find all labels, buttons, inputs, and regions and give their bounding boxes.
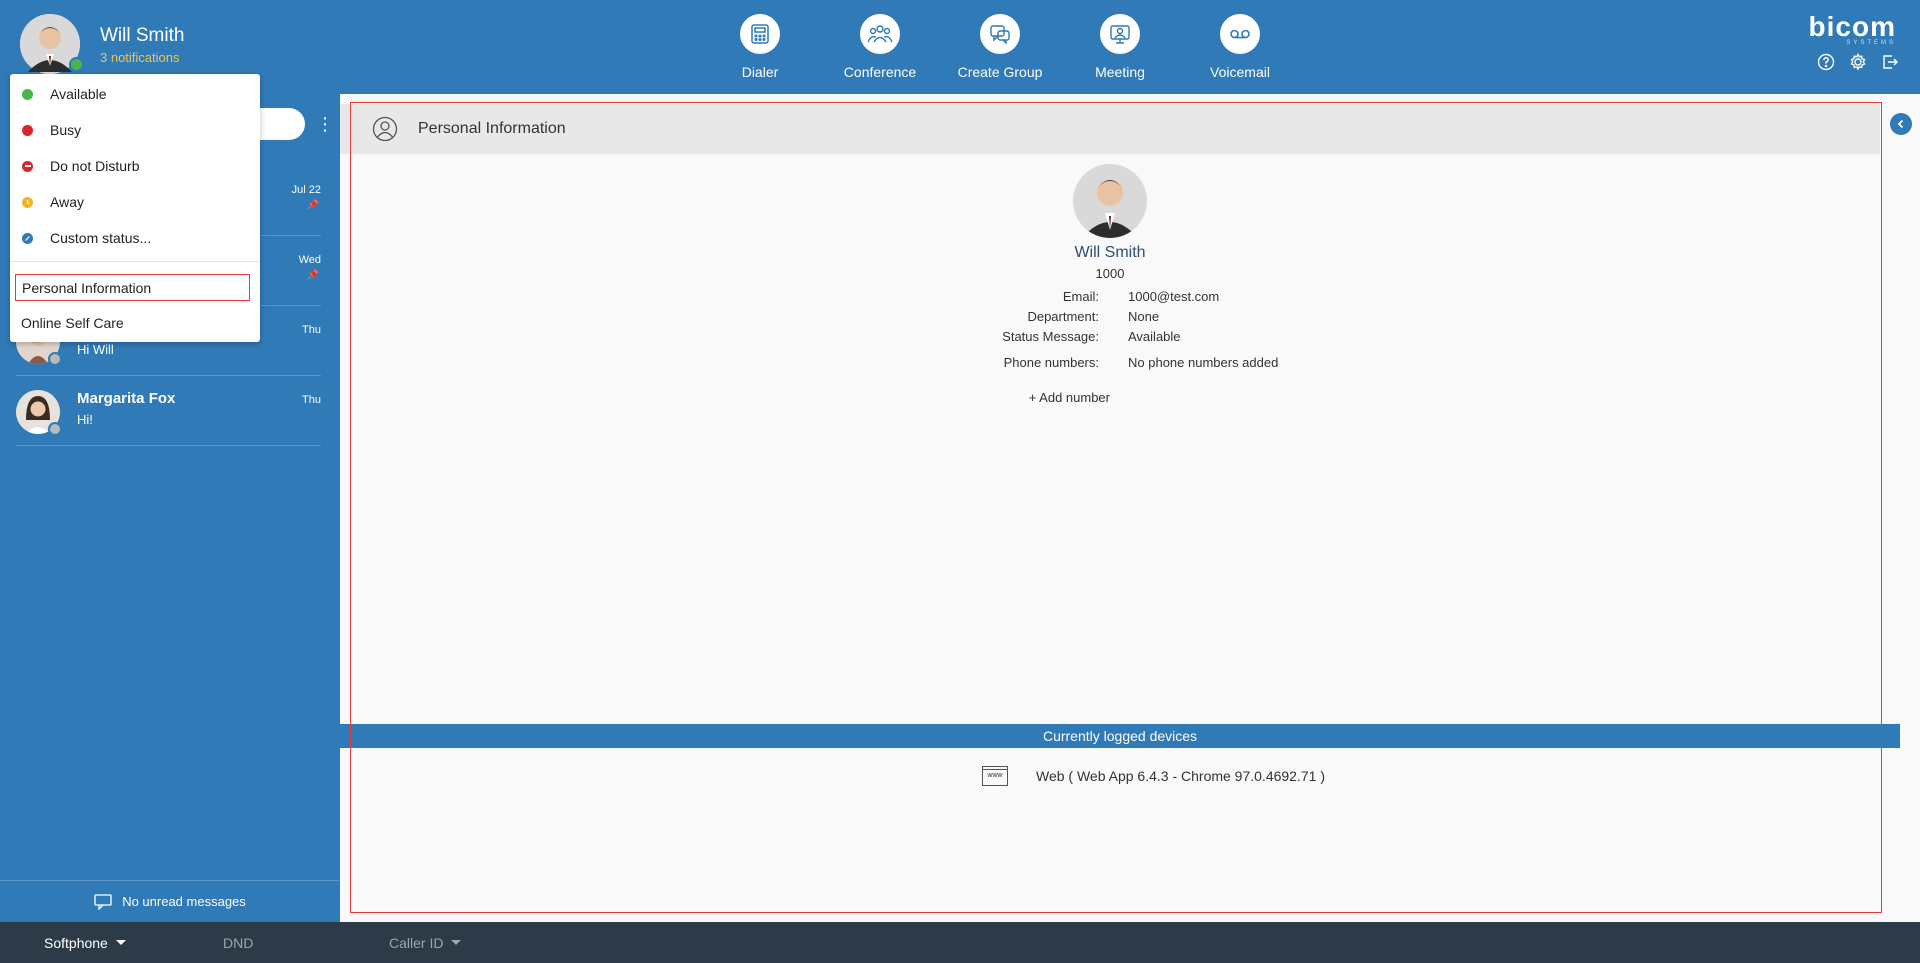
profile-card: Will Smith 1000 — [340, 164, 1880, 281]
top-actions — [1816, 52, 1900, 72]
conversation-date: Thu — [302, 394, 321, 406]
nav-meeting[interactable]: Meeting — [1060, 14, 1180, 80]
help-icon[interactable] — [1816, 52, 1836, 72]
status-option-away[interactable]: Away — [10, 184, 260, 220]
status-option-label: Custom status... — [50, 230, 152, 246]
busy-status-icon — [22, 124, 33, 136]
pin-icon: 📌 — [306, 270, 319, 281]
settings-icon[interactable] — [1848, 52, 1868, 72]
meeting-icon — [1100, 14, 1140, 54]
nav-voicemail-label: Voicemail — [1210, 64, 1270, 80]
logout-icon[interactable] — [1880, 52, 1900, 72]
status-dropdown: Available Busy Do not Disturb Away Custo… — [10, 74, 260, 342]
conversation-name: Margarita Fox — [77, 390, 176, 407]
conversation-message: Hi! — [77, 412, 93, 427]
conversation-item[interactable]: Margarita Fox Hi! Thu — [16, 376, 321, 446]
available-status-icon — [22, 88, 33, 100]
collapse-panel-button[interactable] — [1890, 113, 1912, 135]
status-option-custom[interactable]: Custom status... — [10, 220, 260, 256]
online-status-dot — [69, 57, 84, 72]
status-message-label: Status Message: — [1002, 329, 1099, 344]
status-option-label: Busy — [50, 122, 82, 138]
email-label: Email: — [1062, 289, 1099, 304]
panel-header: Personal Information — [340, 104, 1880, 154]
caller-id-label: Caller ID — [389, 934, 444, 951]
softphone-label: Softphone — [44, 934, 108, 951]
panel-right-edge — [1900, 94, 1920, 922]
main-nav: Dialer Conference Create Group Meeting V… — [700, 14, 1300, 80]
top-bar: Will Smith 3 notifications Dialer Confer… — [0, 0, 1920, 94]
nav-voicemail[interactable]: Voicemail — [1180, 14, 1300, 80]
profile-photo — [1073, 164, 1147, 238]
status-option-available[interactable]: Available — [10, 76, 260, 112]
web-browser-icon: www — [982, 766, 1008, 786]
more-options-icon[interactable]: ⋮ — [316, 112, 334, 136]
pencil-icon — [22, 232, 33, 244]
caller-id-selector[interactable]: Caller ID — [389, 934, 462, 951]
user-outline-icon — [372, 116, 398, 142]
contact-status-dot — [48, 422, 62, 436]
department-value: None — [1128, 309, 1160, 324]
panel-title: Personal Information — [418, 120, 566, 137]
dropdown-divider — [10, 261, 260, 262]
phone-numbers-value: No phone numbers added — [1128, 355, 1279, 370]
nav-conference-label: Conference — [843, 64, 917, 80]
personal-information-link[interactable]: Personal Information — [15, 274, 250, 301]
conversation-date: Thu — [302, 324, 321, 336]
device-item: www Web ( Web App 6.4.3 - Chrome 97.0.46… — [982, 766, 1325, 786]
profile-avatar[interactable] — [1073, 164, 1147, 238]
unread-messages-footer[interactable]: No unread messages — [0, 880, 340, 922]
brand-name: bicom — [1808, 11, 1896, 42]
do-not-disturb-icon — [22, 160, 33, 172]
status-option-busy[interactable]: Busy — [10, 112, 260, 148]
nav-create-group-label: Create Group — [957, 64, 1043, 80]
nav-meeting-label: Meeting — [1095, 64, 1145, 80]
status-message-value: Available — [1128, 329, 1181, 344]
nav-dialer[interactable]: Dialer — [700, 14, 820, 80]
chevron-down-icon — [451, 940, 462, 945]
pin-icon: 📌 — [306, 200, 319, 211]
nav-create-group[interactable]: Create Group — [940, 14, 1060, 80]
conversation-message: Hi Will — [77, 342, 114, 357]
email-value: 1000@test.com — [1128, 289, 1220, 304]
status-option-label: Available — [50, 86, 107, 102]
chevron-left-icon — [1897, 119, 1904, 129]
department-label: Department: — [1027, 309, 1099, 324]
dnd-label: DND — [223, 934, 254, 951]
online-self-care-link[interactable]: Online Self Care — [15, 309, 250, 336]
user-profile[interactable]: Will Smith 3 notifications — [20, 14, 184, 74]
conference-icon — [860, 14, 900, 54]
contact-status-dot — [48, 352, 62, 366]
status-option-dnd[interactable]: Do not Disturb — [10, 148, 260, 184]
devices-header: Currently logged devices — [340, 724, 1900, 748]
brand-logo: bicom SYSTEMS — [1776, 11, 1896, 47]
nav-dialer-label: Dialer — [741, 64, 779, 80]
away-clock-icon — [22, 196, 33, 208]
dnd-toggle[interactable]: DND — [223, 935, 253, 951]
bottom-bar: Softphone DND Caller ID — [0, 922, 1920, 963]
profile-extension: 1000 — [1095, 266, 1125, 281]
profile-name: Will Smith — [1074, 244, 1146, 261]
user-avatar[interactable] — [20, 14, 84, 74]
add-number-button[interactable]: + Add number — [1010, 390, 1110, 405]
nav-conference[interactable]: Conference — [820, 14, 940, 80]
conversation-date: Jul 22 — [291, 184, 321, 196]
unread-messages-label: No unread messages — [122, 894, 246, 909]
create-group-icon — [980, 14, 1020, 54]
chat-icon — [94, 893, 112, 910]
voicemail-icon — [1220, 14, 1260, 54]
main-panel: Personal Information Will Smith 1000 Ema… — [340, 94, 1900, 922]
status-option-label: Away — [50, 194, 84, 210]
softphone-selector[interactable]: Softphone — [44, 935, 126, 951]
phone-numbers-label: Phone numbers: — [1003, 355, 1099, 370]
conversation-date: Wed — [298, 254, 321, 266]
user-name: Will Smith — [100, 24, 185, 46]
notifications-count[interactable]: 3 notifications — [100, 50, 184, 65]
chevron-down-icon — [115, 940, 126, 945]
web-browser-icon-text: www — [987, 772, 1003, 779]
device-description: Web ( Web App 6.4.3 - Chrome 97.0.4692.7… — [1036, 768, 1325, 784]
dialer-icon — [740, 14, 780, 54]
status-option-label: Do not Disturb — [50, 158, 140, 174]
